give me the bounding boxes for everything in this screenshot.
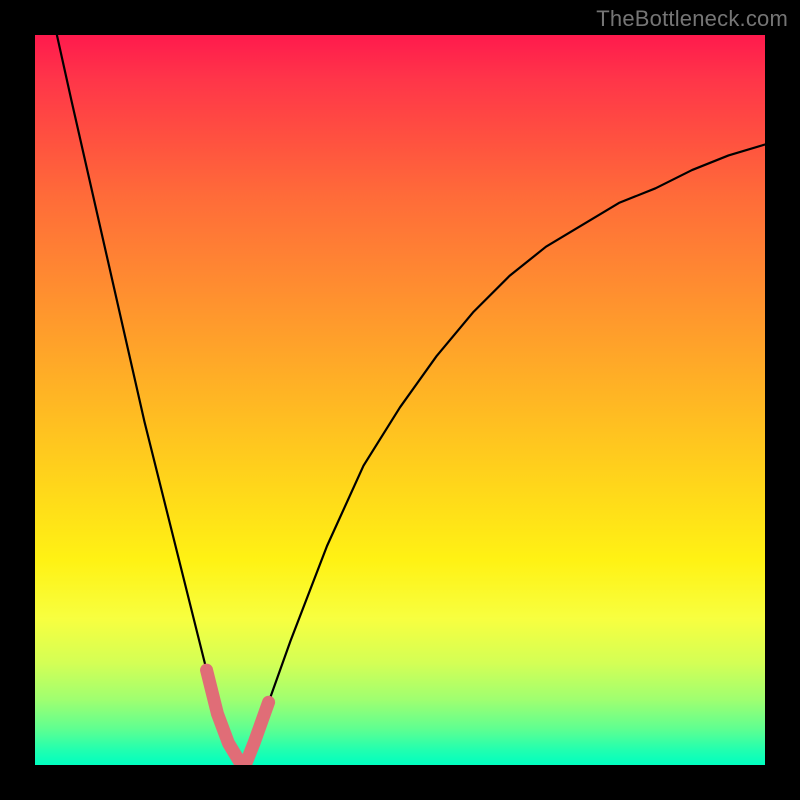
curve-layer [35, 35, 765, 765]
chart-frame: TheBottleneck.com [0, 0, 800, 800]
plot-area [35, 35, 765, 765]
bottleneck-curve-highlight [207, 670, 269, 761]
bottleneck-curve-black [57, 35, 765, 761]
watermark-text: TheBottleneck.com [596, 6, 788, 32]
